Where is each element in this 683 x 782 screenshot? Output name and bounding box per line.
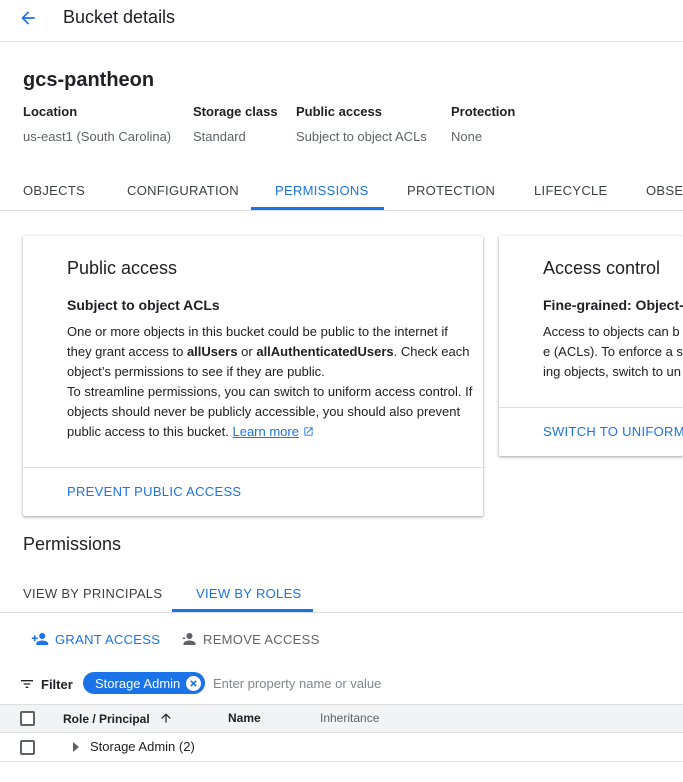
body-bold: allAuthenticatedUsers: [256, 344, 394, 359]
meta-label: Storage class: [193, 104, 278, 119]
card-divider: [499, 407, 683, 408]
card-body: Access to objects can be (ACLs). To enfo…: [543, 324, 683, 379]
grant-access-button[interactable]: GRANT ACCESS: [31, 629, 160, 649]
filter-label: Filter: [41, 676, 73, 692]
tab-view-by-principals[interactable]: VIEW BY PRINCIPALS: [23, 576, 162, 612]
filter-input[interactable]: [213, 672, 673, 694]
meta-label: Protection: [451, 104, 516, 119]
body-text: or: [237, 344, 257, 359]
tab-lifecycle[interactable]: LIFECYCLE: [534, 172, 608, 210]
person-remove-icon: [179, 633, 196, 645]
column-role-principal[interactable]: Role / Principal: [63, 711, 173, 726]
tab-protection[interactable]: PROTECTION: [407, 172, 495, 210]
card-subtitle: Subject to object ACLs: [67, 297, 220, 313]
tab-configuration[interactable]: CONFIGURATION: [127, 172, 239, 210]
active-tab-indicator: [251, 207, 384, 210]
permissions-view-tabs: VIEW BY PRINCIPALS VIEW BY ROLES: [0, 576, 683, 613]
top-bar: Bucket details: [0, 0, 683, 42]
meta-value: Standard: [193, 129, 246, 144]
permissions-title: Permissions: [23, 534, 122, 554]
remove-access-label: REMOVE ACCESS: [203, 631, 320, 647]
arrow-up-sort-icon: [161, 713, 171, 723]
filter-button[interactable]: Filter: [19, 676, 73, 692]
remove-access-button[interactable]: REMOVE ACCESS: [179, 629, 320, 649]
meta-value: us-east1 (South Carolina): [23, 129, 172, 144]
external-link-icon: [303, 427, 313, 436]
table-header: Role / Principal Name Inheritance: [0, 704, 683, 733]
filter-icon: [21, 680, 33, 688]
meta-location: Location us-east1 (South Carolina): [23, 104, 171, 144]
row-label: Storage Admin (2): [90, 739, 195, 754]
meta-public-access: Public access Subject to object ACLs: [296, 104, 427, 144]
meta-label: Public access: [296, 104, 382, 119]
card-body: One or more objects in this bucket could…: [67, 322, 475, 442]
column-label: Role / Principal: [63, 712, 150, 726]
caret-right-icon[interactable]: [71, 742, 81, 752]
tab-view-by-roles[interactable]: VIEW BY ROLES: [196, 576, 302, 612]
meta-value: Subject to object ACLs: [296, 129, 427, 144]
column-name[interactable]: Name: [228, 711, 261, 725]
prevent-public-access-button[interactable]: PREVENT PUBLIC ACCESS: [67, 484, 241, 499]
grant-access-label: GRANT ACCESS: [55, 631, 161, 647]
bucket-name: gcs-pantheon: [23, 69, 155, 91]
page-title: Bucket details: [63, 7, 176, 27]
tab-observability[interactable]: OBSERVABILITY: [646, 172, 683, 210]
tab-permissions[interactable]: PERMISSIONS: [275, 172, 369, 210]
card-title: Access control: [543, 258, 661, 278]
filter-chip[interactable]: Storage Admin: [83, 672, 206, 694]
column-inheritance: Inheritance: [320, 711, 380, 725]
card-divider: [23, 467, 483, 468]
arrow-back-icon: [21, 11, 35, 25]
meta-storage-class: Storage class Standard: [193, 104, 278, 144]
select-all-checkbox[interactable]: [20, 711, 35, 726]
bucket-tabs: OBJECTS CONFIGURATION PERMISSIONS PROTEC…: [0, 172, 683, 211]
filter-bar: Filter Storage Admin: [0, 670, 683, 698]
table-row: Storage Admin (2): [0, 733, 683, 762]
meta-protection: Protection None: [451, 104, 515, 144]
chip-close-icon[interactable]: [186, 675, 202, 691]
tab-objects[interactable]: OBJECTS: [23, 172, 85, 210]
switch-to-uniform-button[interactable]: SWITCH TO UNIFORM: [543, 424, 683, 439]
person-add-icon: [31, 633, 49, 645]
meta-value: None: [451, 129, 483, 144]
body-bold: allUsers: [186, 344, 238, 359]
active-subtab-indicator: [172, 609, 313, 612]
back-button[interactable]: [14, 5, 42, 31]
filter-chip-label: Storage Admin: [95, 675, 181, 691]
public-access-card: Public access Subject to object ACLs One…: [23, 236, 483, 516]
access-control-card: Access control Fine-grained: Object- Acc…: [499, 236, 683, 456]
card-subtitle: Fine-grained: Object-: [543, 297, 683, 313]
row-checkbox[interactable]: [20, 740, 35, 755]
card-title: Public access: [67, 258, 178, 278]
learn-more-link[interactable]: Learn more: [232, 424, 298, 439]
meta-label: Location: [23, 104, 78, 119]
